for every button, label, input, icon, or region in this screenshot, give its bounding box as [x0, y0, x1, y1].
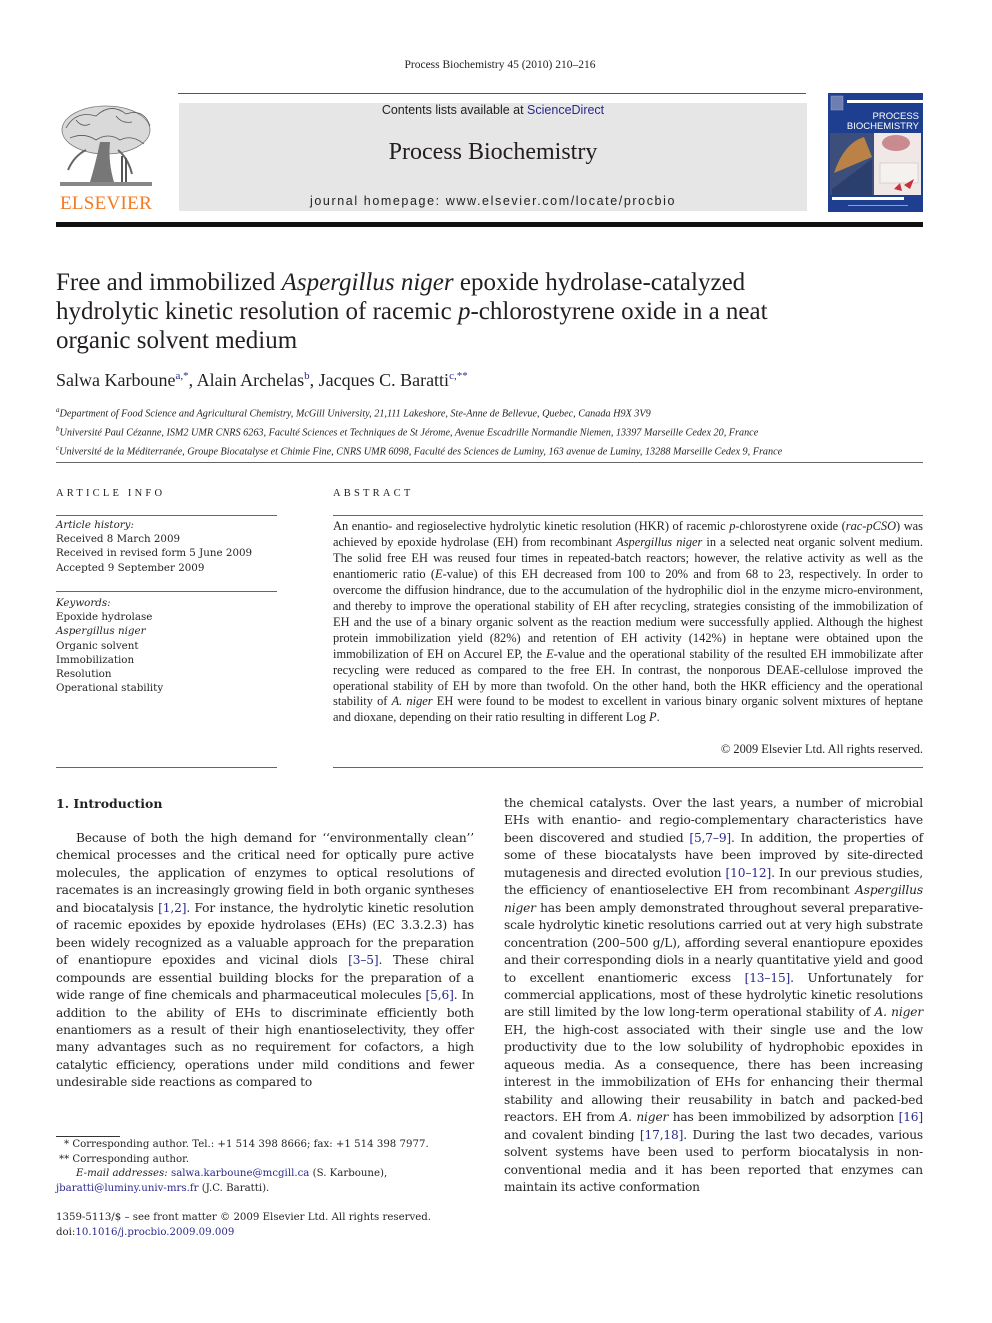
email-link[interactable]: salwa.karboune@mcgill.ca	[171, 1168, 309, 1179]
keyword: Operational stability	[56, 682, 164, 695]
keywords-rule	[56, 591, 277, 592]
footnote-rule	[56, 1136, 120, 1137]
email-link[interactable]: jbaratti@luminy.univ-mrs.fr	[56, 1183, 198, 1194]
cover-art: PROCESS BIOCHEMISTRY	[828, 93, 923, 212]
issn-line: 1359-5113/$ – see front matter © 2009 El…	[56, 1212, 432, 1223]
journal-reference: Process Biochemistry 45 (2010) 210–216	[404, 59, 596, 71]
author-affiliation-mark[interactable]: c,**	[449, 370, 468, 382]
keyword: Epoxide hydrolase	[56, 611, 153, 624]
keywords-label: Keywords:	[56, 597, 111, 609]
footnote-emails-cont: jbaratti@luminy.univ-mrs.fr (J.C. Baratt…	[56, 1182, 270, 1194]
citation-link[interactable]: [17,18]	[640, 1128, 684, 1142]
header-rule	[178, 93, 806, 94]
article-history: Article history: Received 8 March 2009 R…	[56, 518, 252, 575]
article-info-rule	[56, 515, 277, 516]
author-affiliation-mark[interactable]: b	[304, 370, 310, 382]
affiliation: aDepartment of Food Science and Agricult…	[56, 406, 651, 420]
elsevier-logo[interactable]: ELSEVIER	[56, 100, 156, 215]
footnote-corresponding-2: ** Corresponding author.	[59, 1153, 190, 1165]
journal-cover-image[interactable]: PROCESS BIOCHEMISTRY	[828, 93, 923, 212]
citation-link[interactable]: [3–5]	[348, 953, 379, 967]
contents-availability: Contents lists available at ScienceDirec…	[381, 103, 605, 117]
affiliations: aDepartment of Food Science and Agricult…	[56, 403, 782, 460]
footnote-corresponding-1: * Corresponding author. Tel.: +1 514 398…	[64, 1139, 429, 1150]
article-info-heading: ARTICLE INFO	[56, 488, 166, 499]
abstract-rule	[333, 515, 923, 516]
author-affiliation-mark[interactable]: a,*	[175, 370, 188, 382]
article-info-bottom-rule	[56, 767, 277, 768]
introduction-column-2: the chemical catalysts. Over the last ye…	[504, 796, 924, 1194]
sciencedirect-link[interactable]: ScienceDirect	[527, 103, 604, 117]
keyword: Aspergillus niger	[56, 625, 146, 638]
journal-title: Process Biochemistry	[388, 139, 598, 165]
author-list: Salwa Karbounea,*, Alain Archelasb, Jacq…	[56, 370, 468, 390]
keyword: Immobilization	[56, 653, 135, 666]
affiliation: bUniversité Paul Cézanne, ISM2 UMR CNRS …	[56, 424, 759, 439]
citation-link[interactable]: [5,6]	[426, 988, 454, 1002]
history-item: Received in revised form 5 June 2009	[56, 547, 253, 560]
affiliation: cUniversité de la Méditerranée, Groupe B…	[56, 443, 783, 458]
footnote-emails: E-mail addresses: salwa.karboune@mcgill.…	[76, 1168, 388, 1179]
journal-banner: Contents lists available at ScienceDirec…	[179, 103, 807, 211]
history-item: Received 8 March 2009	[56, 533, 181, 546]
history-item: Accepted 9 September 2009	[56, 561, 205, 574]
keywords: Keywords: Epoxide hydrolase Aspergillus …	[56, 596, 163, 695]
front-matter: 1359-5113/$ – see front matter © 2009 El…	[56, 1211, 431, 1240]
abstract-heading: ABSTRACT	[333, 488, 414, 499]
section-divider	[56, 462, 923, 463]
tree-icon	[60, 105, 152, 186]
keyword: Resolution	[56, 668, 112, 681]
journal-homepage-link[interactable]: journal homepage: www.elsevier.com/locat…	[179, 194, 807, 208]
doi-line: doi:10.1016/j.procbio.2009.09.009	[56, 1226, 235, 1238]
citation-link[interactable]: [16]	[899, 1110, 924, 1124]
citation-link[interactable]: [13–15]	[745, 971, 791, 985]
citation-link[interactable]: [10–12]	[726, 866, 772, 880]
author-name: Jacques C. Baratti	[318, 370, 450, 390]
header-thick-rule	[56, 222, 923, 227]
cover-title-line2: BIOCHEMISTRY	[847, 121, 920, 132]
introduction-column-1: Because of both the high demand for ‘‘en…	[56, 831, 474, 1090]
abstract-copyright: © 2009 Elsevier Ltd. All rights reserved…	[720, 742, 923, 756]
introduction-heading: 1. Introduction	[56, 796, 163, 811]
citation-link[interactable]: [1,2]	[158, 901, 186, 915]
history-label: Article history:	[56, 519, 134, 531]
footnotes: * Corresponding author. Tel.: +1 514 398…	[56, 1138, 486, 1196]
author-name: Alain Archelas	[196, 370, 305, 390]
author-name: Salwa Karboune	[56, 370, 176, 390]
abstract-bottom-rule	[333, 767, 923, 768]
doi-link[interactable]: 10.1016/j.procbio.2009.09.009	[75, 1227, 234, 1238]
keyword: Organic solvent	[56, 639, 139, 652]
publisher-name: ELSEVIER	[59, 193, 153, 214]
article-title: Free and immobilized Aspergillus niger e…	[56, 269, 768, 354]
citation-link[interactable]: [5,7–9]	[689, 831, 731, 845]
abstract-text: An enantio- and regioselective hydrolyti…	[333, 519, 923, 725]
